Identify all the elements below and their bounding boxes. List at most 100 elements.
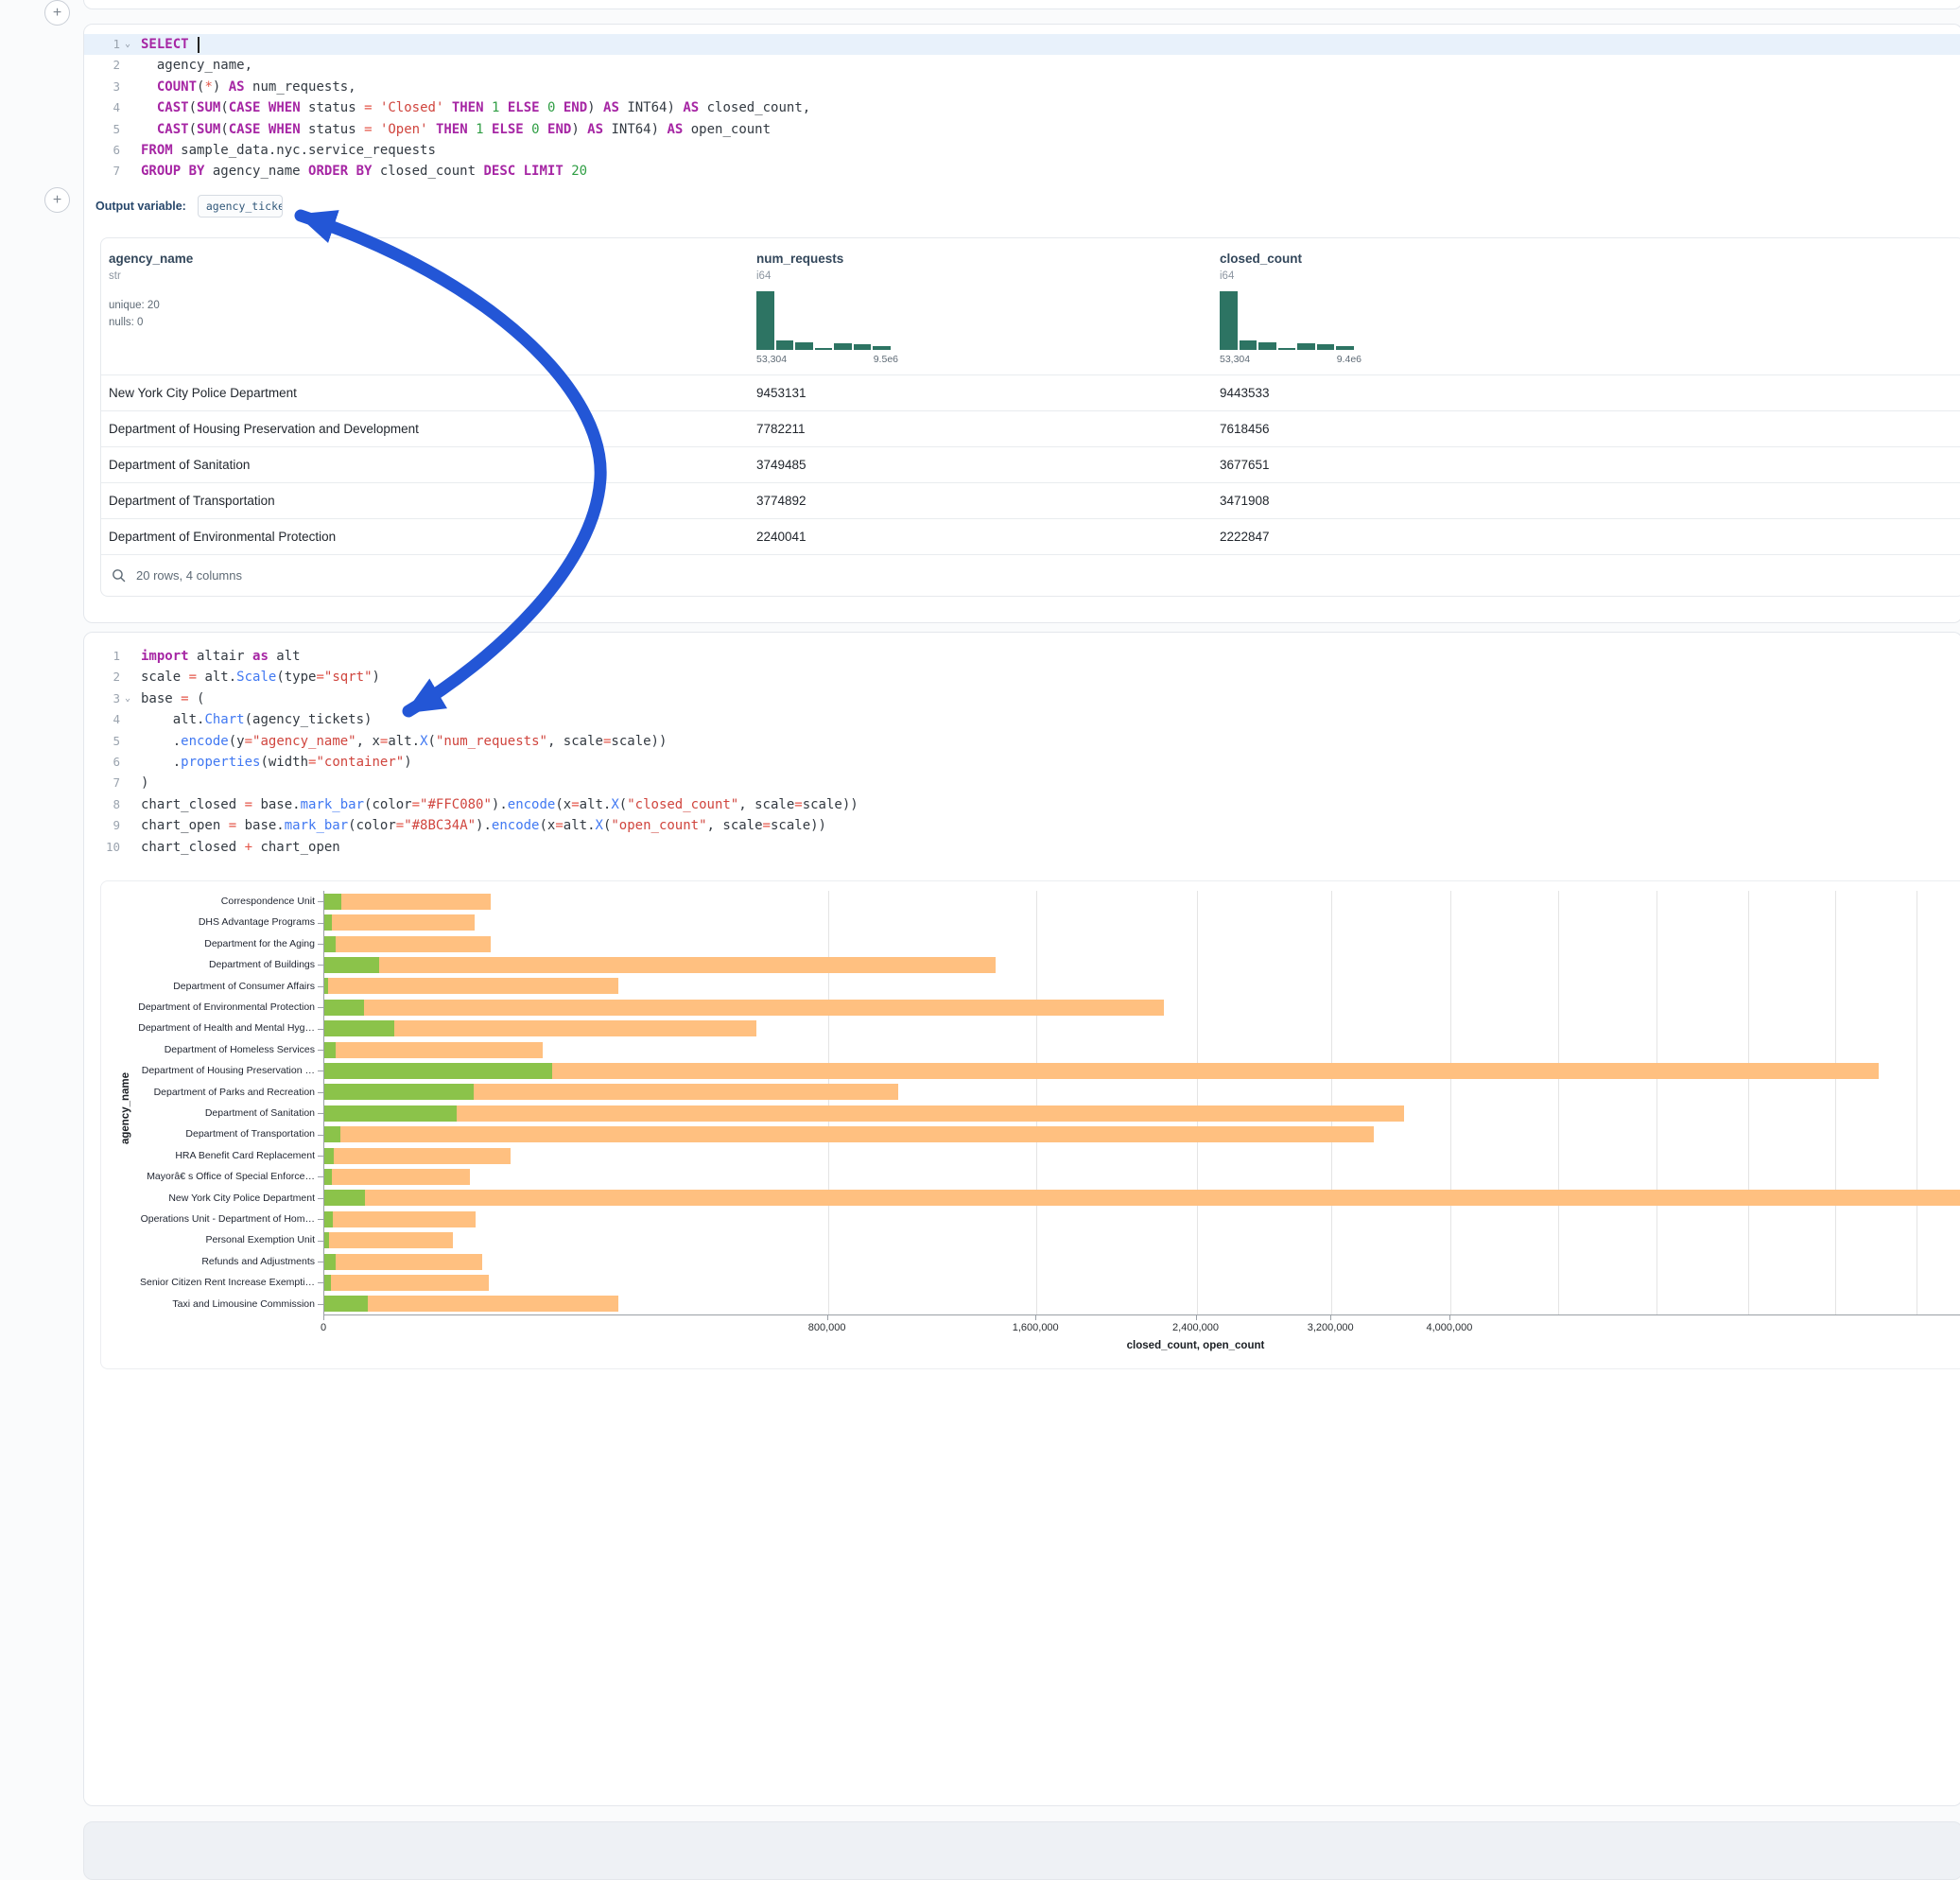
gridline xyxy=(1036,891,1037,1314)
code-line[interactable]: 3⌄base = ( xyxy=(84,688,1960,709)
gridline xyxy=(1656,891,1657,1314)
table-cell: Department of Sanitation xyxy=(109,458,756,472)
code-line[interactable]: 1⌄SELECT xyxy=(84,34,1960,55)
code-text: COUNT(*) AS num_requests, xyxy=(141,77,356,97)
code-token: altair xyxy=(189,649,252,664)
results-table-header: agency_namestrunique: 20nulls: 0num_requ… xyxy=(101,238,1960,374)
code-token: = xyxy=(245,734,252,749)
code-token: ). xyxy=(492,797,508,812)
code-token: alt. xyxy=(197,670,236,685)
table-cell: 9453131 xyxy=(756,386,1220,400)
y-axis-label: Senior Citizen Rent Increase Exempti… xyxy=(105,1272,315,1293)
table-cell: New York City Police Department xyxy=(109,386,756,400)
code-line[interactable]: 6 .properties(width="container") xyxy=(84,752,1960,773)
code-text: SELECT xyxy=(141,34,199,55)
results-table-body: New York City Police Department945313194… xyxy=(101,374,1960,554)
add-cell-button-top[interactable]: + xyxy=(44,0,70,26)
fold-caret-icon[interactable]: ⌄ xyxy=(120,688,135,709)
add-cell-button-middle[interactable]: + xyxy=(44,187,70,213)
code-line[interactable]: 3 COUNT(*) AS num_requests, xyxy=(84,77,1960,97)
code-text: CAST(SUM(CASE WHEN status = 'Open' THEN … xyxy=(141,119,771,140)
code-line[interactable]: 9chart_open = base.mark_bar(color="#8BC3… xyxy=(84,815,1960,836)
code-token: "container" xyxy=(316,755,404,770)
table-row: New York City Police Department945313194… xyxy=(101,374,1960,410)
code-line[interactable]: 7) xyxy=(84,773,1960,793)
code-token: END xyxy=(547,122,571,137)
column-type: i64 xyxy=(756,270,1220,282)
code-token: (color xyxy=(364,797,412,812)
code-line[interactable]: 5 CAST(SUM(CASE WHEN status = 'Open' THE… xyxy=(84,119,1960,140)
column-histogram xyxy=(756,291,891,350)
y-tick xyxy=(318,986,323,987)
histogram-bar xyxy=(1297,343,1315,350)
fold-spacer xyxy=(120,646,135,667)
y-axis-label: Department of Sanitation xyxy=(105,1103,315,1123)
code-token: alt. xyxy=(580,797,612,812)
code-token: chart_closed xyxy=(141,797,245,812)
column-header: agency_namestrunique: 20nulls: 0 xyxy=(109,252,756,365)
code-token: as xyxy=(252,649,269,664)
sql-code-editor[interactable]: 1⌄SELECT 2 agency_name,3 COUNT(*) AS num… xyxy=(84,25,1960,183)
table-row-count: 20 rows, 4 columns xyxy=(136,568,242,583)
code-token: ELSE xyxy=(508,100,540,115)
fold-caret-icon[interactable]: ⌄ xyxy=(120,34,135,55)
histogram-bar xyxy=(776,340,794,350)
code-line[interactable]: 5 .encode(y="agency_name", x=alt.X("num_… xyxy=(84,731,1960,752)
table-row: Department of Transportation377489234719… xyxy=(101,482,1960,518)
code-token: FROM xyxy=(141,143,173,158)
fold-spacer xyxy=(120,667,135,688)
code-token: SUM xyxy=(197,100,220,115)
code-token: num_requests, xyxy=(245,79,356,95)
code-token: COUNT xyxy=(157,79,197,95)
code-token: ) xyxy=(404,755,411,770)
python-code-editor[interactable]: 1import altair as alt2scale = alt.Scale(… xyxy=(84,633,1960,858)
line-number: 3 xyxy=(84,688,120,709)
search-icon[interactable] xyxy=(111,567,127,583)
code-token: , scale xyxy=(738,797,794,812)
bar-open_count xyxy=(324,1020,394,1036)
code-token: . xyxy=(141,755,181,770)
histogram-max: 9.5e6 xyxy=(874,354,898,365)
code-line[interactable]: 4 alt.Chart(agency_tickets) xyxy=(84,709,1960,730)
fold-spacer xyxy=(120,709,135,730)
output-variable-chip[interactable]: agency_tickets xyxy=(198,195,283,218)
line-number: 6 xyxy=(84,752,120,773)
code-line[interactable]: 2 agency_name, xyxy=(84,55,1960,76)
code-token: = xyxy=(571,797,579,812)
histogram-bar xyxy=(854,344,872,350)
code-line[interactable]: 7GROUP BY agency_name ORDER BY closed_co… xyxy=(84,161,1960,182)
fold-spacer xyxy=(120,773,135,793)
code-token: 'Open' xyxy=(380,122,428,137)
table-cell: 9443533 xyxy=(1220,386,1960,400)
code-line[interactable]: 1import altair as alt xyxy=(84,646,1960,667)
code-token: 0 xyxy=(531,122,539,137)
bar-open_count xyxy=(324,1254,336,1270)
table-cell: Department of Transportation xyxy=(109,494,756,508)
code-token: sample_data.nyc.service_requests xyxy=(173,143,436,158)
code-token: GROUP BY xyxy=(141,164,204,179)
code-token: ). xyxy=(476,818,492,833)
bar-closed_count xyxy=(324,1254,482,1270)
code-token: = xyxy=(364,100,372,115)
code-line[interactable]: 10chart_closed + chart_open xyxy=(84,837,1960,858)
code-token: DESC xyxy=(483,164,515,179)
table-cell: Department of Housing Preservation and D… xyxy=(109,422,756,436)
code-token: + xyxy=(245,840,252,855)
y-axis-label: DHS Advantage Programs xyxy=(105,912,315,932)
y-tick xyxy=(318,965,323,966)
code-line[interactable]: 4 CAST(SUM(CASE WHEN status = 'Closed' T… xyxy=(84,97,1960,118)
sql-cell: 1⌄SELECT 2 agency_name,3 COUNT(*) AS num… xyxy=(83,24,1960,623)
previous-cell-partial xyxy=(83,0,1960,9)
code-text: .encode(y="agency_name", x=alt.X("num_re… xyxy=(141,731,667,752)
y-tick xyxy=(318,1135,323,1136)
bar-closed_count xyxy=(324,1211,476,1227)
code-token: "#FFC080" xyxy=(420,797,492,812)
code-token: = xyxy=(181,691,188,706)
code-token: THEN xyxy=(452,100,484,115)
gridline xyxy=(828,891,829,1314)
code-line[interactable]: 8chart_closed = base.mark_bar(color="#FF… xyxy=(84,794,1960,815)
bar-closed_count xyxy=(324,894,491,910)
y-axis-label: Department of Transportation xyxy=(105,1123,315,1144)
code-line[interactable]: 2scale = alt.Scale(type="sqrt") xyxy=(84,667,1960,688)
code-line[interactable]: 6FROM sample_data.nyc.service_requests xyxy=(84,140,1960,161)
